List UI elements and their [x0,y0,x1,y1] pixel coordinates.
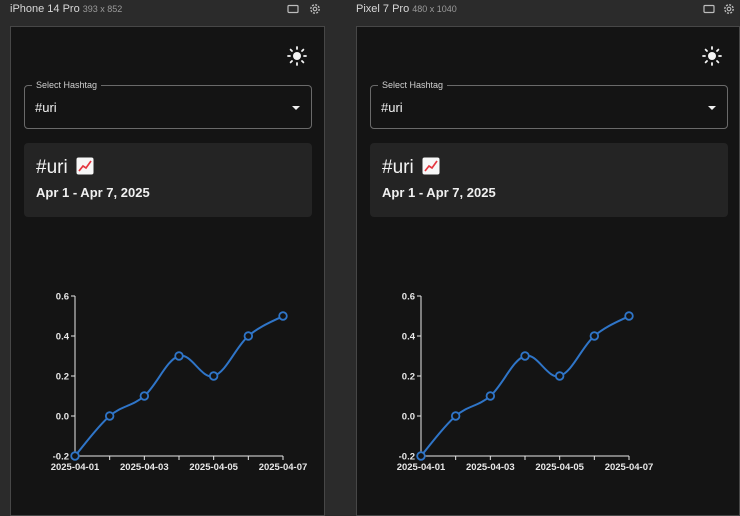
chart-increasing-icon [422,157,440,175]
hashtag-info-card: #uri Apr 1 - Apr 7, 2025 [370,143,728,217]
hashtag-info-card: #uri Apr 1 - Apr 7, 2025 [24,143,312,217]
data-point [520,351,530,361]
device-screen: Select Hashtag #uri #uri Apr 1 - Apr 7, … [10,26,325,516]
select-label: Select Hashtag [32,79,102,91]
hashtag-select[interactable]: Select Hashtag #uri [24,79,312,129]
card-date-range: Apr 1 - Apr 7, 2025 [382,185,496,200]
settings-icon[interactable] [722,2,736,16]
line-chart: -0.2 0.0 0.2 0.4 0.6 2025-04-01 2025-04-03 2025… [397,292,654,474]
select-value: #uri [381,100,403,115]
data-point [278,311,288,321]
data-point [104,411,115,421]
dropdown-arrow-icon[interactable] [291,105,301,111]
device-name: iPhone 14 Pro 393 x 852 [10,3,123,15]
x-tick-label: 2025-04-03 [466,462,515,473]
device-header: Pixel 7 Pro 480 x 1040 [356,0,740,18]
data-point [450,411,461,421]
data-point [174,351,184,361]
chart-increasing-icon [76,157,94,175]
x-tick-label: 2025-04-05 [189,462,238,473]
sun-icon[interactable] [701,45,723,67]
y-tick-label: -0.2 [399,452,415,463]
card-title-text: #uri [36,157,68,178]
data-point [554,371,565,381]
x-tick-label: 2025-04-07 [259,462,308,473]
y-tick-label: 0.0 [56,412,69,423]
device-screen: Select Hashtag #uri #uri Apr 1 - Apr 7, … [356,26,740,516]
line-chart: -0.2 0.0 0.2 0.4 0.6 2025-04-01 2025-04-03 2025… [51,292,308,474]
y-tick-label: -0.2 [53,452,69,463]
card-date-range: Apr 1 - Apr 7, 2025 [36,185,150,200]
device-name: Pixel 7 Pro 480 x 1040 [356,3,457,15]
rotate-screen-icon[interactable] [286,2,300,16]
y-tick-label: 0.4 [402,332,416,343]
rotate-screen-icon[interactable] [702,2,716,16]
y-tick-label: 0.4 [56,332,70,343]
data-point [243,331,254,341]
card-title-text: #uri [382,157,414,178]
device-preview-iphone: iPhone 14 Pro 393 x 852 Select Hashtag #u… [0,0,356,516]
sun-icon[interactable] [286,45,308,67]
y-tick-label: 0.6 [402,292,415,303]
data-point [589,331,600,341]
x-tick-label: 2025-04-05 [535,462,584,473]
x-tick-label: 2025-04-01 [51,462,100,473]
data-point [485,391,496,401]
x-tick-label: 2025-04-01 [397,462,446,473]
select-value: #uri [35,100,57,115]
hashtag-select[interactable]: Select Hashtag #uri [370,79,728,129]
settings-icon[interactable] [308,2,322,16]
dropdown-arrow-icon[interactable] [707,105,717,111]
data-point [139,391,150,401]
data-point [208,371,219,381]
device-header: iPhone 14 Pro 393 x 852 [0,0,356,18]
x-tick-label: 2025-04-03 [120,462,169,473]
data-point [70,451,80,461]
y-tick-label: 0.6 [56,292,69,303]
y-tick-label: 0.2 [56,372,69,383]
y-tick-label: 0.0 [402,412,415,423]
data-point [416,451,426,461]
data-point [624,311,634,321]
card-title: #uri [36,157,94,179]
x-tick-label: 2025-04-07 [605,462,654,473]
y-tick-label: 0.2 [402,372,415,383]
device-size: 393 x 852 [82,4,123,14]
card-title: #uri [382,157,440,179]
device-preview-pixel: Pixel 7 Pro 480 x 1040 Select Hashtag #ur… [356,0,740,516]
select-label: Select Hashtag [378,79,448,91]
device-size: 480 x 1040 [412,4,457,14]
